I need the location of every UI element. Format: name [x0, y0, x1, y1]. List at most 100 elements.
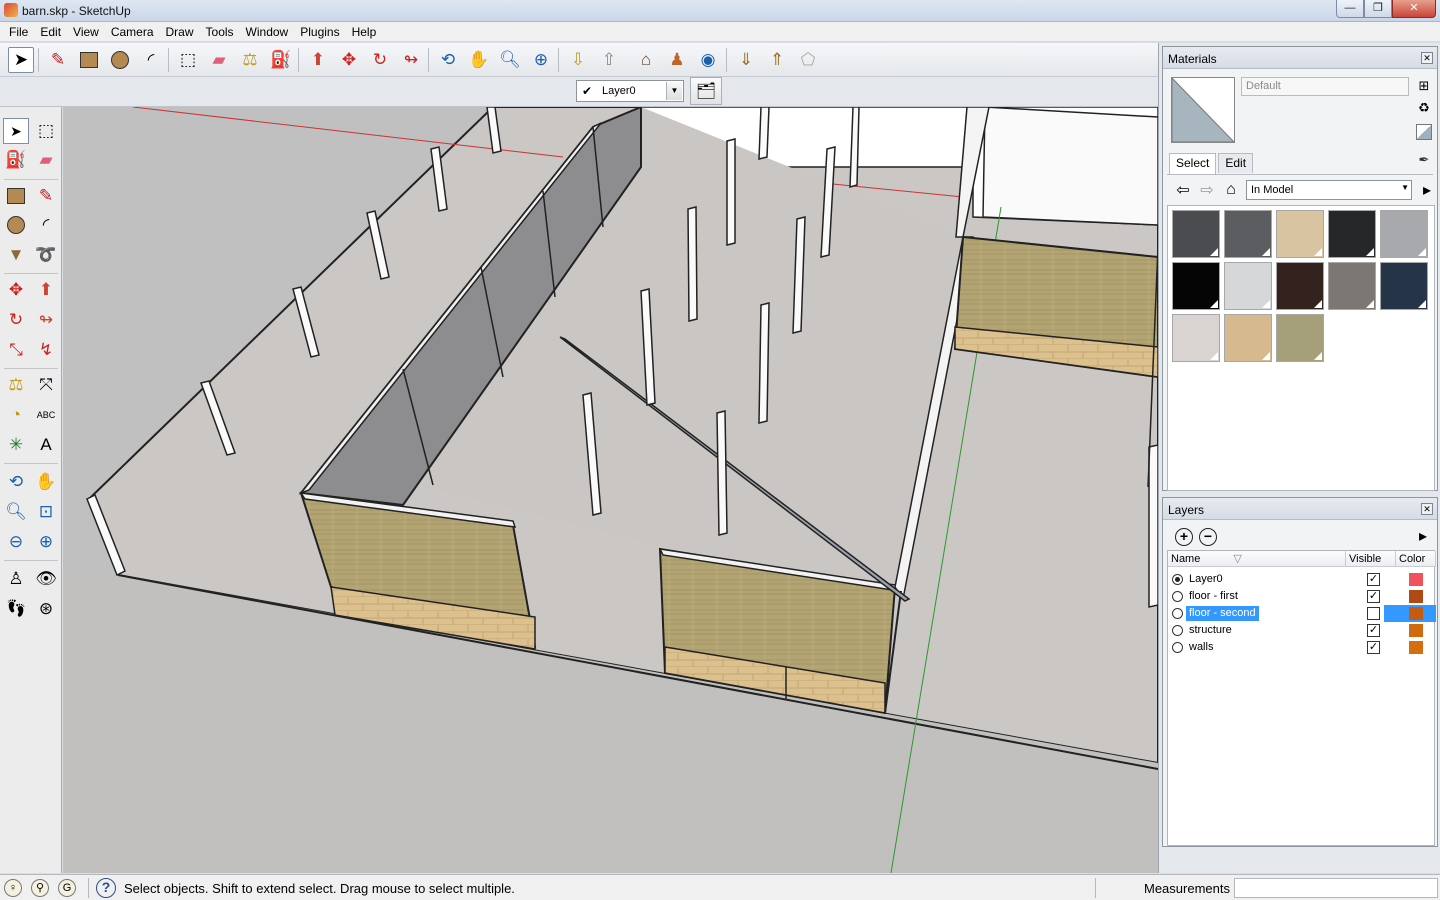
visible-checkbox[interactable]: ✓: [1367, 590, 1380, 603]
text-tool-button[interactable]: ABC: [33, 402, 59, 428]
help-icon[interactable]: ?: [96, 878, 116, 898]
share-components-button[interactable]: ⇑: [764, 47, 790, 73]
get-models-button[interactable]: ⇩: [565, 47, 591, 73]
material-swatch[interactable]: [1224, 314, 1272, 362]
look-around-button[interactable]: 👁︎: [33, 566, 59, 592]
tape-measure-button[interactable]: ⚖: [3, 372, 29, 398]
circle-tool-button[interactable]: [107, 47, 133, 73]
visible-checkbox[interactable]: ✓: [1367, 641, 1380, 654]
circle-tool-button[interactable]: [3, 212, 29, 238]
visible-checkbox[interactable]: ✓: [1367, 573, 1380, 586]
rectangle-tool-button[interactable]: [3, 183, 29, 209]
layer-color-swatch[interactable]: [1409, 590, 1423, 603]
current-layer-radio[interactable]: [1172, 642, 1183, 653]
layer-name[interactable]: walls: [1186, 640, 1216, 655]
layer-row-floor-second[interactable]: floor - second: [1168, 605, 1436, 622]
push-pull-button[interactable]: ⬆: [33, 277, 59, 303]
menu-view[interactable]: View: [67, 22, 105, 42]
layer-name[interactable]: Layer0: [1186, 572, 1226, 587]
material-swatch[interactable]: [1276, 262, 1324, 310]
move-tool-button[interactable]: ✥: [336, 47, 362, 73]
menu-help[interactable]: Help: [346, 22, 383, 42]
protractor-tool-button[interactable]: ◔: [3, 402, 29, 428]
freehand-tool-button[interactable]: ➰: [33, 242, 59, 268]
paint-bucket-button[interactable]: ⛽: [268, 47, 294, 73]
layer-color-swatch[interactable]: [1409, 607, 1423, 620]
material-swatch[interactable]: [1276, 314, 1324, 362]
forward-arrow-icon[interactable]: ⇨: [1197, 180, 1217, 200]
material-swatch[interactable]: [1172, 314, 1220, 362]
close-button[interactable]: ✕: [1392, 0, 1436, 18]
geo-location-icon[interactable]: ♀: [4, 879, 22, 897]
material-name-field[interactable]: Default: [1241, 77, 1409, 96]
material-swatch[interactable]: [1380, 262, 1428, 310]
add-location-button[interactable]: ⌂: [633, 47, 659, 73]
menu-window[interactable]: Window: [240, 22, 295, 42]
rotate-tool-button[interactable]: ↻: [367, 47, 393, 73]
column-header-color[interactable]: Color: [1396, 551, 1436, 567]
material-swatch[interactable]: [1224, 210, 1272, 258]
material-swatch[interactable]: [1380, 210, 1428, 258]
dimension-tool-button[interactable]: ⤧: [33, 372, 59, 398]
share-model-button[interactable]: ⇧: [596, 47, 622, 73]
eraser-tool-button[interactable]: ▰: [206, 47, 232, 73]
follow-me-button[interactable]: ↬: [33, 307, 59, 333]
move-tool-button[interactable]: ✥: [3, 277, 29, 303]
credits-icon[interactable]: ⚲: [31, 879, 49, 897]
paint-bucket-button[interactable]: ⛽: [3, 147, 29, 173]
tape-measure-button[interactable]: ⚖: [237, 47, 263, 73]
delete-layer-icon[interactable]: −: [1199, 528, 1217, 546]
make-component-button[interactable]: ⬚: [33, 118, 59, 144]
zoom-extents-button[interactable]: ⊕: [33, 529, 59, 555]
modeling-viewport[interactable]: [63, 107, 1158, 873]
extension-warehouse-button[interactable]: ⬠: [795, 47, 821, 73]
current-layer-radio[interactable]: [1172, 591, 1183, 602]
material-swatch[interactable]: [1328, 210, 1376, 258]
arc-tool-button[interactable]: ◜: [33, 212, 59, 238]
menu-file[interactable]: File: [3, 22, 34, 42]
layer-color-swatch[interactable]: [1409, 573, 1423, 586]
eyedropper-icon[interactable]: ✒: [1415, 151, 1433, 169]
minimize-button[interactable]: —: [1336, 0, 1364, 18]
menu-edit[interactable]: Edit: [34, 22, 67, 42]
position-camera-button[interactable]: ♙: [3, 566, 29, 592]
layer-row-structure[interactable]: structure ✓: [1168, 622, 1436, 639]
home-icon[interactable]: ⌂: [1221, 180, 1241, 200]
layers-panel-header[interactable]: Layers ✕: [1163, 498, 1437, 520]
visible-checkbox[interactable]: ✓: [1367, 624, 1380, 637]
rotate-tool-button[interactable]: ↻: [3, 307, 29, 333]
scale-tool-button[interactable]: ⤡: [3, 337, 29, 363]
zoom-extents-button[interactable]: ⊕: [528, 47, 554, 73]
layer-dropdown[interactable]: ✔ Layer0 ▼: [576, 80, 684, 102]
material-swatch[interactable]: [1172, 262, 1220, 310]
materials-panel-header[interactable]: Materials ✕: [1163, 47, 1437, 69]
arc-tool-button[interactable]: ◜: [138, 47, 164, 73]
line-tool-button[interactable]: ✎: [45, 47, 71, 73]
material-swatch[interactable]: [1328, 262, 1376, 310]
maximize-button[interactable]: ❐: [1364, 0, 1392, 18]
chevron-down-icon[interactable]: ▼: [666, 82, 682, 100]
preview-earth-button[interactable]: ◉: [695, 47, 721, 73]
close-icon[interactable]: ✕: [1421, 52, 1433, 64]
tab-select[interactable]: Select: [1169, 153, 1217, 175]
material-swatch[interactable]: [1276, 210, 1324, 258]
axes-tool-button[interactable]: ✳: [3, 432, 29, 458]
pan-tool-button[interactable]: ✋: [466, 47, 492, 73]
sample-paint-icon[interactable]: ♻: [1415, 99, 1433, 117]
follow-me-button[interactable]: ↬: [398, 47, 424, 73]
layer-manager-button[interactable]: 🗂︎: [690, 77, 722, 105]
orbit-tool-button[interactable]: ⟲: [3, 469, 29, 495]
layer-row-floor-first[interactable]: floor - first ✓: [1168, 588, 1436, 605]
layer-row-layer0[interactable]: Layer0 ✓: [1168, 571, 1436, 588]
rectangle-tool-button[interactable]: [76, 47, 102, 73]
3d-text-tool-button[interactable]: A: [33, 432, 59, 458]
layer-name[interactable]: structure: [1186, 623, 1235, 638]
offset-tool-button[interactable]: ↯: [33, 337, 59, 363]
layer-row-walls[interactable]: walls ✓: [1168, 639, 1436, 656]
material-swatch[interactable]: [1172, 210, 1220, 258]
zoom-tool-button[interactable]: 🔍︎: [3, 499, 29, 525]
back-arrow-icon[interactable]: ⇦: [1173, 180, 1193, 200]
orbit-tool-button[interactable]: ⟲: [435, 47, 461, 73]
toggle-terrain-button[interactable]: ♟: [664, 47, 690, 73]
layer-color-swatch[interactable]: [1409, 624, 1423, 637]
